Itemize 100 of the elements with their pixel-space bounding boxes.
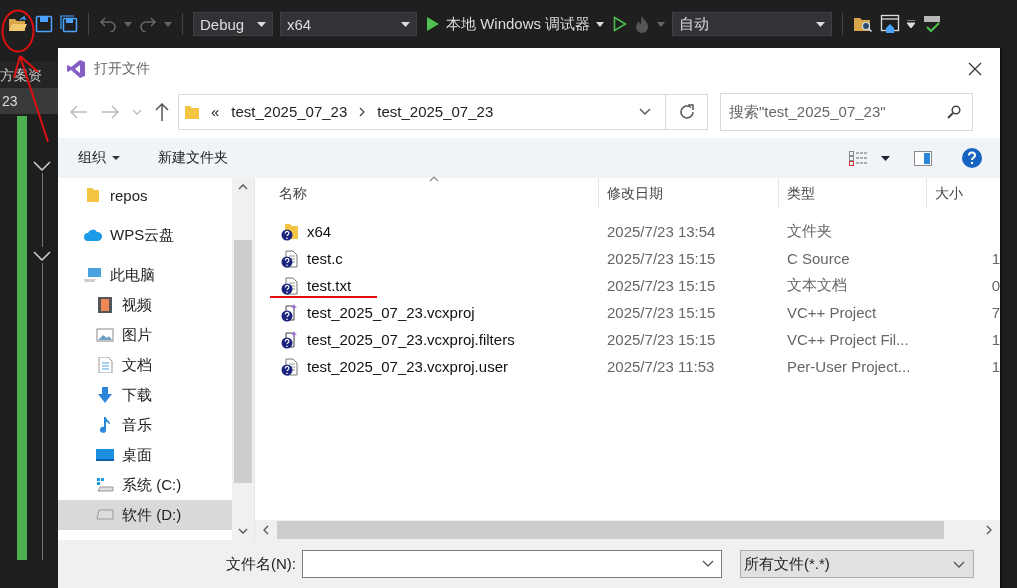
- drive-icon: [96, 477, 114, 493]
- nav-item[interactable]: 桌面: [58, 440, 232, 470]
- file-name[interactable]: test_2025_07_23.vcxproj.filters: [307, 331, 515, 348]
- scroll-left-icon[interactable]: [263, 525, 269, 535]
- up-icon[interactable]: [155, 102, 169, 121]
- caret-icon[interactable]: [881, 155, 890, 161]
- breadcrumb[interactable]: test_2025_07_23: [377, 103, 494, 120]
- scroll-down-icon[interactable]: [238, 528, 248, 534]
- run-debugger-button[interactable]: 本地 Windows 调试器: [424, 14, 607, 34]
- view-options-icon[interactable]: [849, 150, 867, 166]
- start-without-debugging-icon[interactable]: [613, 16, 628, 32]
- file-icon: [281, 249, 299, 268]
- column-header[interactable]: 名称: [255, 178, 599, 208]
- nav-item[interactable]: 音乐: [58, 410, 232, 440]
- scroll-up-icon[interactable]: [238, 184, 248, 190]
- modified-date: 2025/7/23 11:53: [607, 358, 715, 375]
- caret-icon: [401, 21, 410, 27]
- dropdown-caret-icon[interactable]: [702, 560, 714, 567]
- address-bar[interactable]: « test_2025_07_23 test_2025_07_23: [178, 93, 666, 130]
- column-header[interactable]: 类型: [779, 178, 927, 208]
- undo-icon[interactable]: [99, 16, 117, 32]
- overflow-chevron[interactable]: «: [211, 103, 220, 120]
- collapse-icon[interactable]: [33, 161, 51, 171]
- annotation-circle: [1, 9, 35, 53]
- file-name[interactable]: test.c: [307, 250, 343, 267]
- breadcrumb[interactable]: test_2025_07_23: [231, 103, 348, 120]
- caret-icon[interactable]: [907, 20, 916, 28]
- file-name[interactable]: x64: [307, 223, 332, 240]
- play-icon: [426, 16, 440, 32]
- file-type-dropdown[interactable]: 所有文件(*.*): [740, 550, 974, 578]
- file-name[interactable]: test.txt: [307, 277, 352, 294]
- file-icon: [281, 276, 299, 295]
- toolbar-command[interactable]: 新建文件夹: [150, 145, 236, 171]
- file-size: 1: [991, 331, 1000, 348]
- nav-item[interactable]: repos: [58, 180, 232, 210]
- file-type: 文本文档: [787, 276, 847, 295]
- file-name-label: 文件名(N):: [226, 554, 296, 574]
- film-icon: [96, 297, 114, 313]
- file-type: VC++ Project Fil...: [787, 331, 909, 348]
- project-file-icon: [281, 303, 299, 322]
- file-name[interactable]: test_2025_07_23.vcxproj: [307, 304, 475, 321]
- cloud-icon: [84, 227, 102, 243]
- nav-item[interactable]: 此电脑: [58, 260, 232, 290]
- file-size: 1: [991, 358, 1000, 375]
- file-name-field[interactable]: [302, 550, 722, 578]
- nav-item[interactable]: 软件 (D:): [58, 500, 232, 530]
- preview-pane-icon[interactable]: [914, 150, 932, 166]
- startup-dropdown[interactable]: 自动: [672, 12, 833, 36]
- folder-search-icon[interactable]: [853, 15, 874, 33]
- caret-icon: [596, 21, 605, 27]
- scrollbar[interactable]: [255, 520, 1000, 540]
- modified-date: 2025/7/23 15:15: [607, 304, 716, 321]
- breadcrumb-separator-icon[interactable]: [359, 106, 366, 117]
- nav-item[interactable]: 系统 (C:): [58, 470, 232, 500]
- column-header[interactable]: 修改日期: [599, 178, 779, 208]
- dropdown-caret-icon[interactable]: [639, 108, 651, 115]
- file-type: Per-User Project...: [787, 358, 911, 375]
- scroll-right-icon[interactable]: [986, 525, 992, 535]
- caret-icon: [257, 21, 266, 27]
- window-home-icon[interactable]: [880, 14, 901, 34]
- redo-icon[interactable]: [139, 16, 157, 32]
- file-size: 1: [991, 250, 1000, 267]
- toolbar-command[interactable]: 组织: [70, 145, 128, 171]
- nav-item[interactable]: WPS云盘: [58, 220, 232, 250]
- document-tab[interactable]: 23: [0, 88, 58, 114]
- refresh-icon: [678, 103, 695, 120]
- collapse-icon[interactable]: [33, 251, 51, 261]
- nav-item[interactable]: 下载: [58, 380, 232, 410]
- caret-icon: [816, 21, 826, 27]
- file-name[interactable]: test_2025_07_23.vcxproj.user: [307, 358, 508, 375]
- configuration-dropdown[interactable]: Debug: [193, 12, 273, 36]
- platform-dropdown[interactable]: x64: [280, 12, 417, 36]
- nav-item[interactable]: 文档: [58, 350, 232, 380]
- modified-date: 2025/7/23 15:15: [607, 277, 716, 294]
- nav-item[interactable]: 视频: [58, 290, 232, 320]
- download-arrow-icon: [96, 387, 114, 403]
- folder-icon: [185, 104, 199, 119]
- file-icon: [281, 357, 299, 376]
- search-icon[interactable]: [947, 104, 961, 119]
- spell-check-icon[interactable]: [922, 14, 943, 34]
- project-file-icon: [281, 330, 299, 349]
- refresh-button[interactable]: [666, 93, 708, 130]
- save-icon[interactable]: [35, 15, 53, 33]
- file-type: VC++ Project: [787, 304, 877, 321]
- close-icon[interactable]: [968, 62, 982, 76]
- column-header[interactable]: 大小: [927, 178, 1000, 208]
- help-icon[interactable]: [962, 148, 982, 168]
- file-size: 0: [991, 277, 1000, 294]
- app-logo-icon: [66, 59, 86, 79]
- save-all-icon[interactable]: [60, 15, 78, 33]
- document-icon: [96, 357, 114, 373]
- modified-date: 2025/7/23 13:54: [607, 223, 716, 240]
- drive-icon: [96, 507, 114, 523]
- folder-icon: [281, 222, 299, 241]
- caret-icon: [953, 560, 965, 568]
- open-folder-icon[interactable]: [8, 15, 28, 33]
- scrollbar[interactable]: [232, 178, 254, 540]
- search-field[interactable]: 搜索"test_2025_07_23": [720, 92, 973, 131]
- file-type: 文件夹: [787, 222, 832, 241]
- nav-item[interactable]: 图片: [58, 320, 232, 350]
